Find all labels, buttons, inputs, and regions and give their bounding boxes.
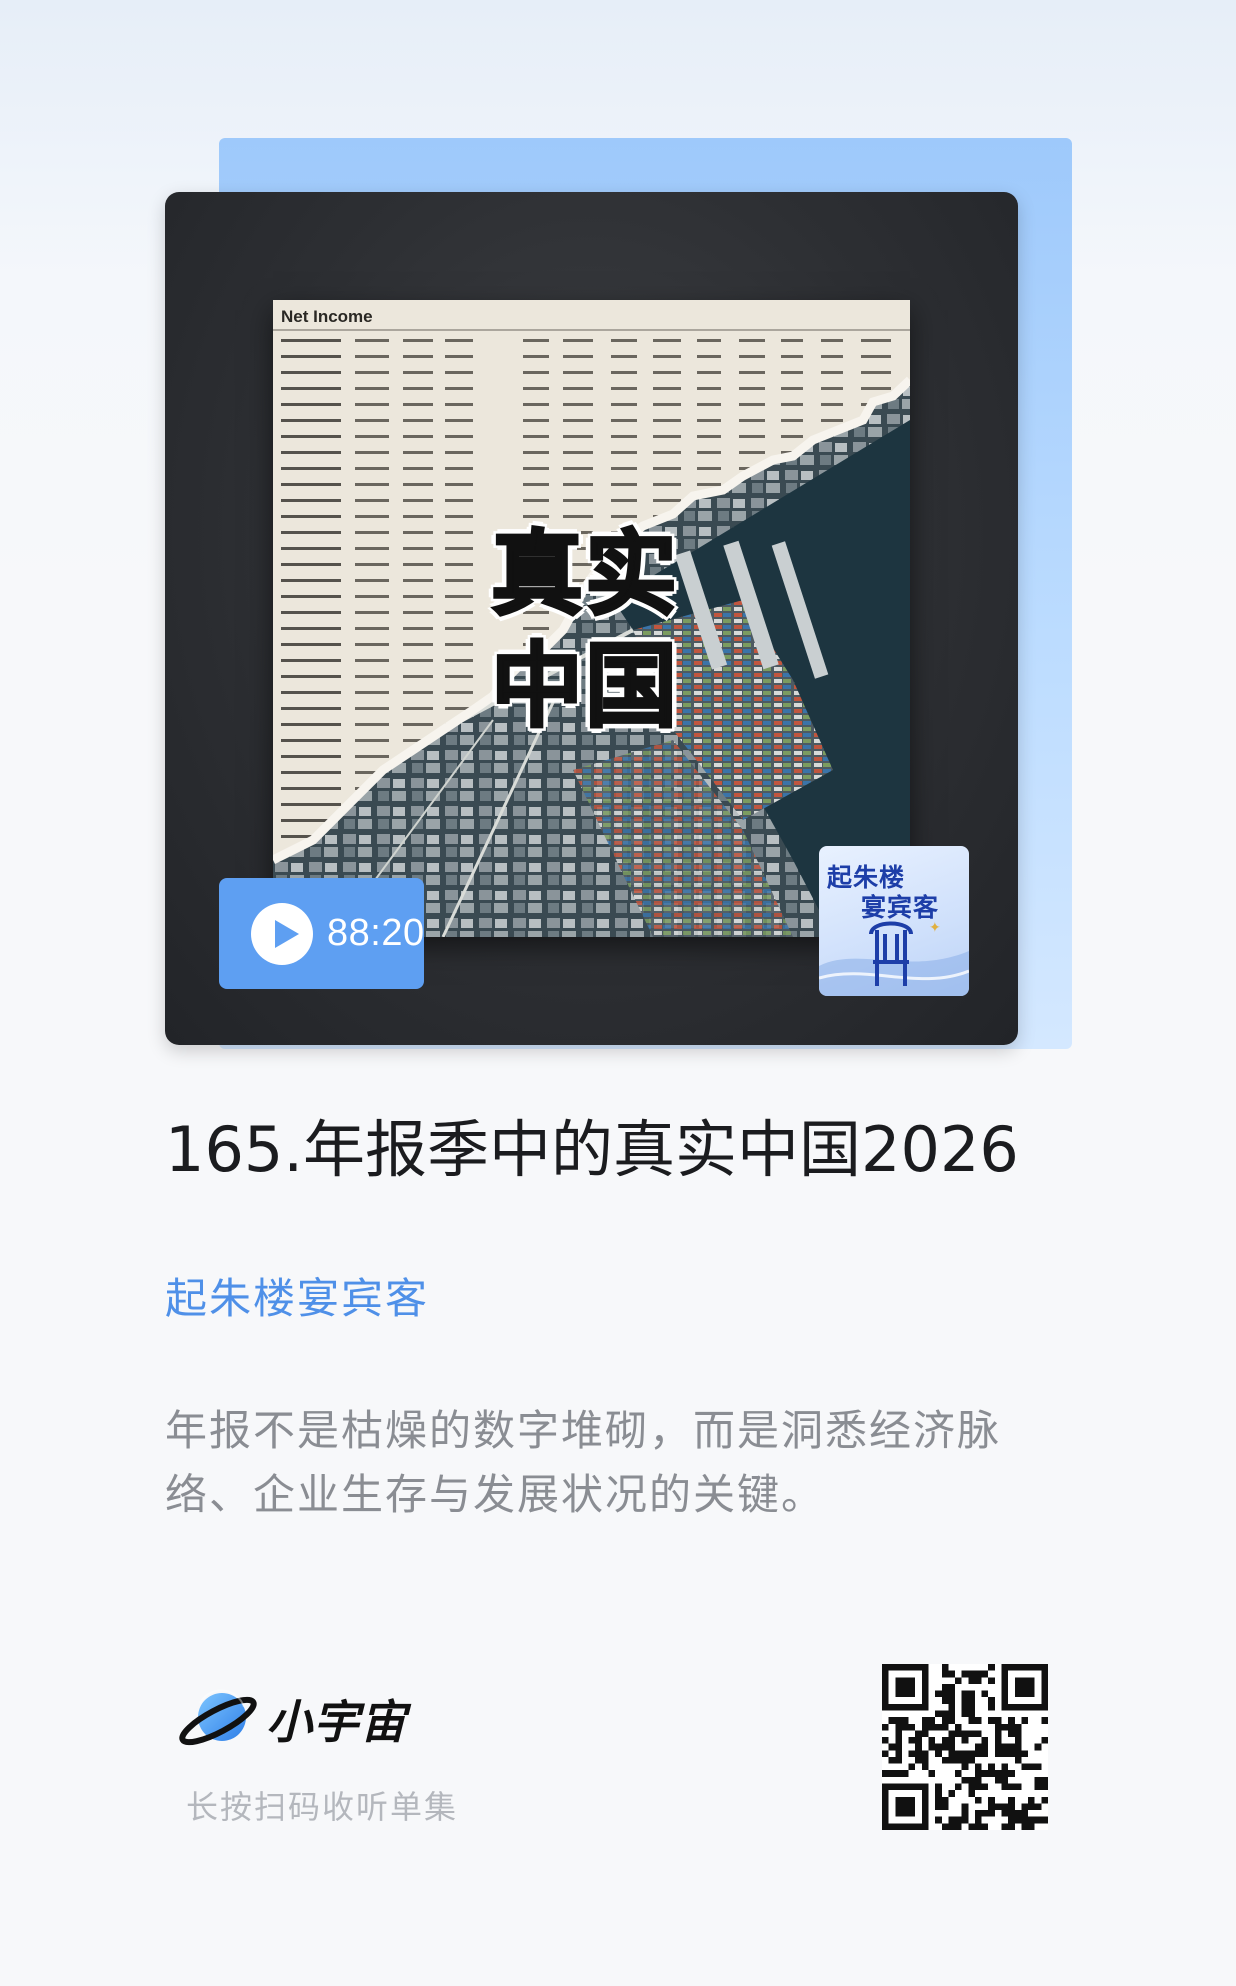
chair-icon: ✦ — [819, 919, 969, 996]
scan-hint: 长按扫码收听单集 — [186, 1788, 459, 1826]
qr-code-icon[interactable] — [882, 1664, 1048, 1830]
brand-name: 小宇宙 — [266, 1695, 407, 1749]
svg-text:✦: ✦ — [929, 919, 941, 935]
artwork-title: 真实 中国 — [485, 518, 685, 742]
play-button[interactable]: 88:20 — [219, 878, 424, 989]
episode-cover[interactable]: Net Income 真实 中国 起朱楼 宴宾客 ✦ 88:20 — [165, 192, 1018, 1045]
cover-artwork: Net Income 真实 中国 — [273, 300, 910, 937]
play-icon[interactable] — [251, 902, 313, 965]
episode-title: 165.年报季中的真实中国2026 — [165, 1113, 1019, 1186]
episode-description: 年报不是枯燥的数字堆砌，而是洞悉经济脉络、企业生存与发展状况的关键。 — [165, 1406, 1002, 1519]
podcast-logo: 起朱楼 宴宾客 ✦ — [819, 846, 969, 996]
podcast-name-link[interactable]: 起朱楼宴宾客 — [165, 1265, 429, 1326]
app-brand: 小宇宙 — [178, 1678, 407, 1760]
artwork-title-line1: 真实 — [489, 519, 679, 630]
paper-heading: Net Income — [281, 307, 373, 326]
artwork-title-line2: 中国 — [489, 631, 679, 742]
episode-duration: 88:20 — [327, 912, 425, 954]
planet-icon — [179, 1689, 257, 1746]
